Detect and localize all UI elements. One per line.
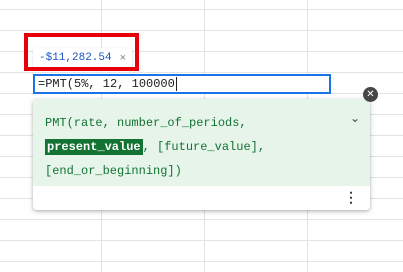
signature-line-3: [end_or_beginning])	[45, 159, 335, 183]
function-syntax-panel[interactable]: PMT(rate, number_of_periods, present_val…	[33, 99, 370, 186]
more-vert-icon[interactable]: ⋮	[344, 189, 358, 206]
formula-input-text[interactable]: =PMT(5%, 12, 100000	[38, 77, 175, 91]
text-caret	[175, 77, 177, 91]
function-signature: PMT(rate, number_of_periods, present_val…	[45, 111, 335, 183]
signature-text: [end_or_beginning])	[45, 164, 182, 178]
signature-text: , [future_value],	[142, 140, 266, 154]
annotation-highlight-box	[24, 33, 139, 71]
active-cell-editor[interactable]: =PMT(5%, 12, 100000	[33, 74, 331, 94]
chevron-down-icon[interactable]: ⌄	[350, 111, 360, 125]
close-circle-icon[interactable]: ✕	[363, 87, 378, 102]
signature-text: PMT(rate, number_of_periods,	[45, 116, 247, 130]
signature-line-1: PMT(rate, number_of_periods,	[45, 111, 335, 135]
signature-line-2: present_value, [future_value],	[45, 135, 335, 159]
function-help-popup: PMT(rate, number_of_periods, present_val…	[33, 99, 370, 210]
active-argument: present_value	[45, 139, 143, 155]
